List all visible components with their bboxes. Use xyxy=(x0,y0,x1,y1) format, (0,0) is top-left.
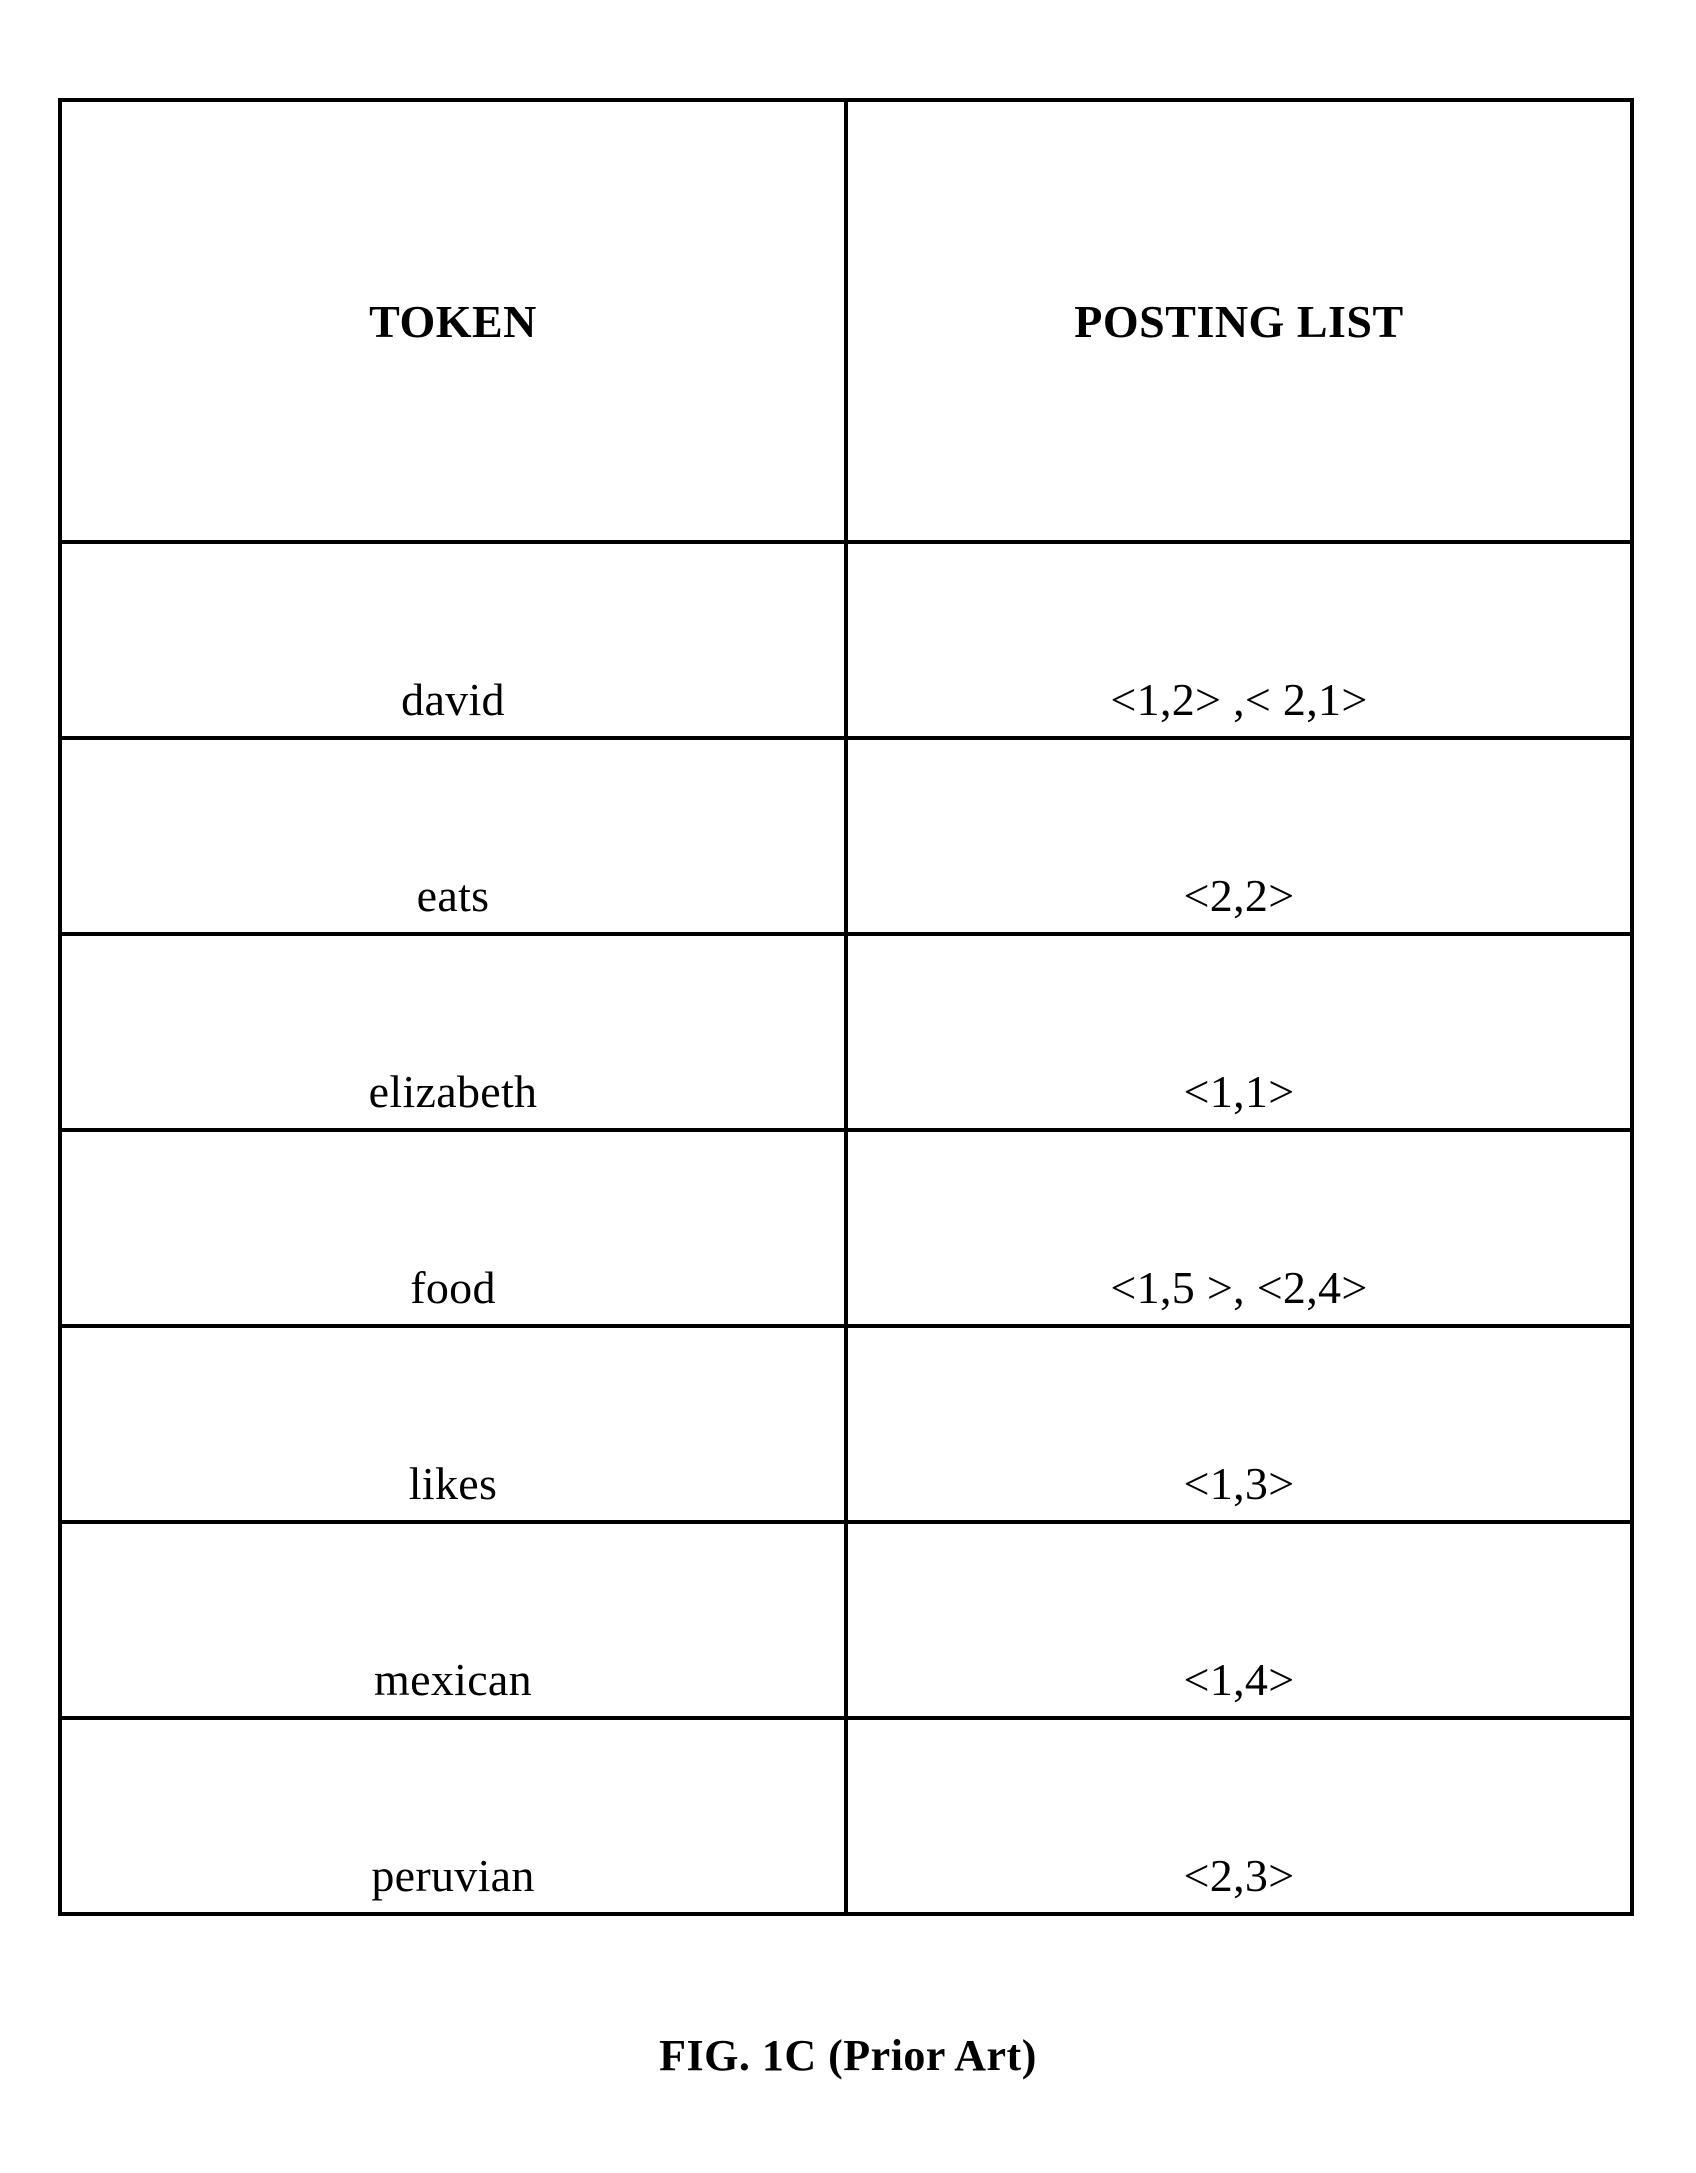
table-header: TOKEN POSTING LIST xyxy=(58,98,1634,544)
table-row: likes <1,3> xyxy=(58,1324,1634,1524)
table-row: elizabeth <1,1> xyxy=(58,932,1634,1132)
cell-token: likes xyxy=(58,1324,848,1524)
cell-token: eats xyxy=(58,736,848,936)
patent-figure-page: TOKEN POSTING LIST david <1,2> ,< 2,1> e… xyxy=(0,0,1696,2173)
column-header-posting-list: POSTING LIST xyxy=(844,98,1634,544)
cell-posting-list: <1,4> xyxy=(844,1520,1634,1720)
figure-caption: FIG. 1C (Prior Art) xyxy=(659,2031,1037,2080)
token-posting-list-table: TOKEN POSTING LIST david <1,2> ,< 2,1> e… xyxy=(58,98,1634,1916)
column-header-token: TOKEN xyxy=(58,98,848,544)
table-header-row: TOKEN POSTING LIST xyxy=(58,98,1634,544)
cell-posting-list: <2,2> xyxy=(844,736,1634,936)
cell-token: food xyxy=(58,1128,848,1328)
cell-token: peruvian xyxy=(58,1716,848,1916)
table-row: mexican <1,4> xyxy=(58,1520,1634,1720)
cell-posting-list: <1,5 >, <2,4> xyxy=(844,1128,1634,1328)
table-row: david <1,2> ,< 2,1> xyxy=(58,540,1634,740)
table-row: food <1,5 >, <2,4> xyxy=(58,1128,1634,1328)
cell-token: elizabeth xyxy=(58,932,848,1132)
cell-posting-list: <1,1> xyxy=(844,932,1634,1132)
table-row: eats <2,2> xyxy=(58,736,1634,936)
table-body: david <1,2> ,< 2,1> eats <2,2> elizabeth… xyxy=(58,540,1634,1916)
table-row: peruvian <2,3> xyxy=(58,1716,1634,1916)
cell-token: mexican xyxy=(58,1520,848,1720)
cell-posting-list: <1,3> xyxy=(844,1324,1634,1524)
cell-posting-list: <2,3> xyxy=(844,1716,1634,1916)
cell-token: david xyxy=(58,540,848,740)
cell-posting-list: <1,2> ,< 2,1> xyxy=(844,540,1634,740)
